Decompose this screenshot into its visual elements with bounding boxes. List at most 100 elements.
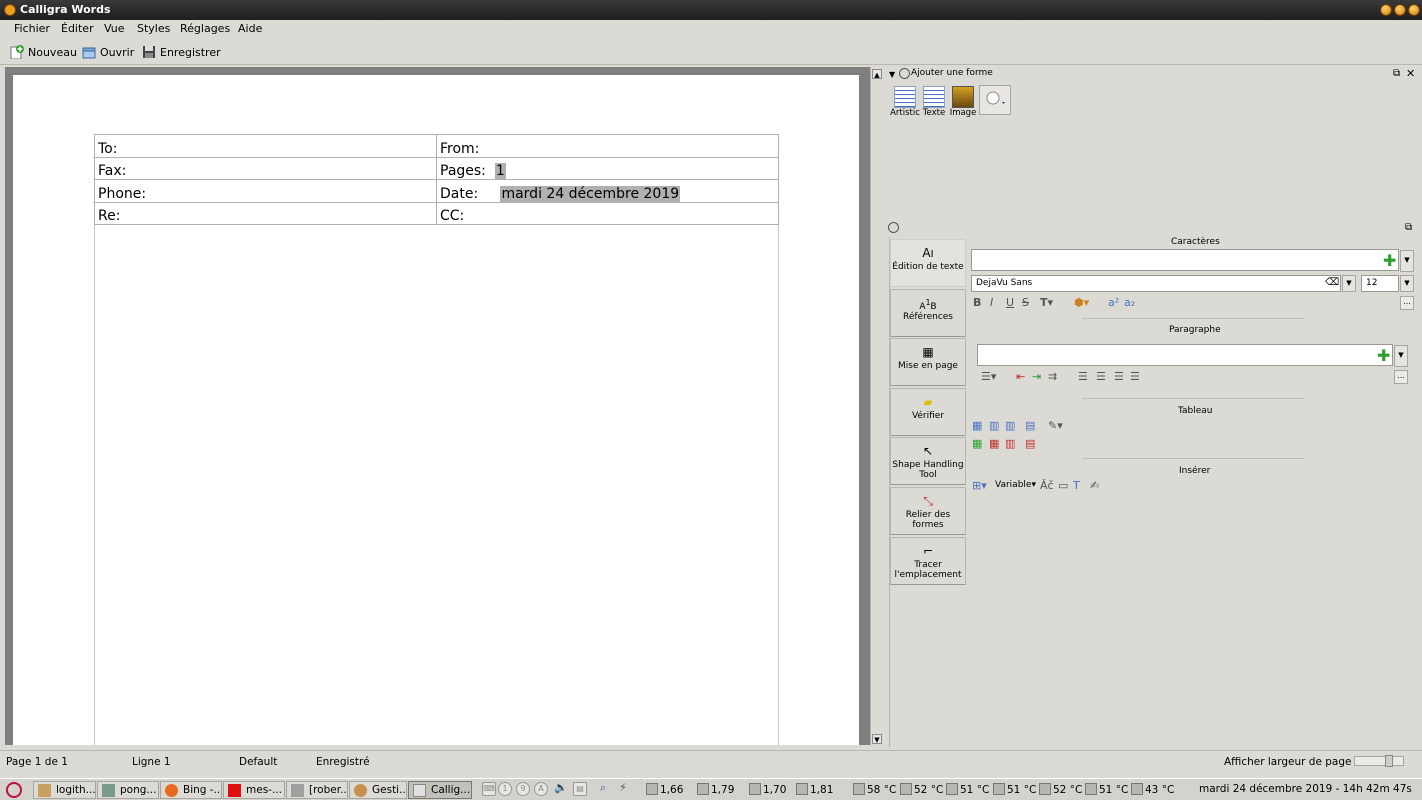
menu-vue[interactable]: Vue	[104, 22, 125, 35]
keyboard-icon[interactable]: ⌨	[482, 782, 496, 796]
task-item[interactable]: Bing -...	[160, 781, 222, 799]
date-value-field[interactable]: mardi 24 décembre 2019	[500, 185, 681, 202]
tool-references[interactable]: A1B Références	[890, 289, 966, 337]
vertical-scrollbar[interactable]: ▲ ▼	[870, 67, 882, 746]
tool-layout[interactable]: ▦ Mise en page	[890, 338, 966, 386]
lock-tool-docker-icon[interactable]	[888, 222, 899, 233]
more-shapes-button[interactable]	[979, 85, 1011, 115]
character-style-dropdown-icon[interactable]: ▼	[1400, 250, 1414, 272]
split-cells-icon[interactable]: ▤	[1025, 437, 1035, 450]
save-button[interactable]: Enregistrer	[142, 43, 221, 61]
list-style-icon[interactable]: ☰▾	[981, 370, 996, 383]
new-button[interactable]: Nouveau	[10, 43, 77, 61]
tool-text-editing[interactable]: AI Édition de texte	[890, 239, 966, 287]
add-paragraph-style-icon[interactable]: ✚	[1377, 348, 1390, 364]
decrease-indent-icon[interactable]: ⇤	[1016, 370, 1025, 383]
close-docker-icon[interactable]: ✕	[1406, 67, 1415, 80]
zoom-slider-handle[interactable]	[1385, 755, 1393, 767]
re-cell[interactable]: Re:	[94, 201, 437, 225]
indicator-9-icon[interactable]: 9	[516, 782, 530, 796]
volume-icon[interactable]: 🔈	[554, 782, 568, 796]
paragraph-style-combo[interactable]	[977, 344, 1393, 366]
font-size-dropdown-icon[interactable]: ▼	[1400, 275, 1414, 292]
task-item[interactable]: logith...	[33, 781, 96, 799]
shape-image[interactable]: Image	[948, 84, 978, 118]
scroll-down-icon[interactable]: ▼	[872, 734, 882, 744]
tool-trace-path[interactable]: ⌐ Tracer l'emplacement	[890, 537, 966, 585]
align-right-icon[interactable]: ☰	[1114, 370, 1124, 383]
variable-dropdown[interactable]: Variable▾	[995, 480, 1036, 490]
task-item-active[interactable]: Callig...	[408, 781, 472, 799]
italic-icon[interactable]: I	[990, 296, 993, 309]
debian-menu-icon[interactable]	[6, 782, 22, 798]
float-docker-icon[interactable]: ⧉	[1393, 68, 1400, 79]
menu-reglages[interactable]: Réglages	[180, 22, 230, 35]
indent-settings-icon[interactable]: ⇉	[1048, 370, 1057, 383]
paragraph-style-dropdown-icon[interactable]: ▼	[1394, 345, 1408, 367]
underline-icon[interactable]: U	[1006, 296, 1014, 309]
more-paragraph-options-button[interactable]: ...	[1394, 370, 1408, 384]
float-tool-docker-icon[interactable]: ⧉	[1405, 222, 1412, 233]
merge-cells-icon[interactable]: ▤	[1025, 419, 1035, 432]
insert-table-icon[interactable]: ▦	[972, 419, 982, 432]
add-character-style-icon[interactable]: ✚	[1383, 253, 1396, 269]
scroll-up-icon[interactable]: ▲	[872, 69, 882, 79]
border-style-icon[interactable]: ✎▾	[1048, 419, 1063, 432]
text-color-icon[interactable]: T▾	[1040, 296, 1053, 309]
font-family-dropdown-icon[interactable]: ▼	[1342, 275, 1356, 292]
zoom-slider[interactable]	[1354, 755, 1404, 767]
insert-row-icon[interactable]: ▦	[972, 437, 982, 450]
tools-icon[interactable]: ✍	[1090, 479, 1099, 492]
menu-editer[interactable]: Éditer	[61, 22, 94, 35]
task-item[interactable]: [rober...	[286, 781, 348, 799]
search-icon[interactable]: ⌕	[596, 782, 610, 796]
align-left-icon[interactable]: ☰	[1078, 370, 1088, 383]
delete-row-icon[interactable]: ▦	[989, 437, 999, 450]
menu-styles[interactable]: Styles	[137, 22, 170, 35]
insert-textbox-icon[interactable]: T	[1073, 479, 1080, 492]
phone-cell[interactable]: Phone:	[94, 179, 437, 203]
indicator-1-icon[interactable]: 1	[498, 782, 512, 796]
font-size-combo[interactable]: 12	[1361, 275, 1399, 292]
fax-cell[interactable]: Fax:	[94, 156, 437, 180]
shape-artistic[interactable]: Artistic	[890, 84, 920, 118]
power-icon[interactable]: ⚡	[616, 782, 630, 796]
to-cell[interactable]: To:	[94, 134, 437, 158]
indicator-a-icon[interactable]: A	[534, 782, 548, 796]
insert-column-left-icon[interactable]: ▥	[989, 419, 999, 432]
task-item[interactable]: mes-...	[223, 781, 285, 799]
font-family-combo[interactable]: DejaVu Sans	[971, 275, 1341, 292]
highlight-color-icon[interactable]: ⬢▾	[1074, 296, 1089, 309]
superscript-icon[interactable]: a²	[1108, 296, 1119, 309]
from-cell[interactable]: From:	[436, 134, 779, 158]
tool-shape-handling[interactable]: ↖ Shape Handling Tool	[890, 437, 966, 485]
delete-column-icon[interactable]: ▥	[1005, 437, 1015, 450]
pages-value-field[interactable]: 1	[494, 163, 506, 179]
zoom-mode-label[interactable]: Afficher largeur de page	[1224, 756, 1351, 768]
tool-review[interactable]: ▰ Vérifier	[890, 388, 966, 436]
align-center-icon[interactable]: ☰	[1096, 370, 1106, 383]
bold-icon[interactable]: B	[973, 296, 981, 309]
pages-cell[interactable]: Pages: 1	[436, 156, 779, 180]
task-item[interactable]: pong...	[97, 781, 159, 799]
fax-header-table[interactable]: To: From: Fax: Pages: 1 Phone: Date: mar…	[94, 134, 779, 225]
subscript-icon[interactable]: a₂	[1124, 296, 1135, 309]
date-cell[interactable]: Date: mardi 24 décembre 2019	[436, 179, 779, 203]
clear-font-icon[interactable]: ⌫	[1325, 277, 1339, 288]
task-item[interactable]: Gesti...	[349, 781, 407, 799]
open-button[interactable]: Ouvrir	[82, 43, 134, 61]
maximize-button[interactable]	[1394, 4, 1406, 16]
close-button[interactable]	[1408, 4, 1420, 16]
lock-docker-icon[interactable]	[899, 68, 910, 79]
special-character-icon[interactable]: Ǎč	[1040, 479, 1054, 492]
align-justify-icon[interactable]: ☰	[1130, 370, 1140, 383]
insert-column-right-icon[interactable]: ▥	[1005, 419, 1015, 432]
strikethrough-icon[interactable]: S	[1022, 296, 1029, 309]
insert-special-icon[interactable]: ⊞▾	[972, 479, 987, 492]
character-style-combo[interactable]	[971, 249, 1399, 271]
cc-cell[interactable]: CC:	[436, 201, 779, 225]
increase-indent-icon[interactable]: ⇥	[1032, 370, 1041, 383]
clock[interactable]: mardi 24 décembre 2019 - 14h 42m 47s	[1199, 783, 1412, 795]
minimize-button[interactable]	[1380, 4, 1392, 16]
menu-fichier[interactable]: Fichier	[14, 22, 50, 35]
